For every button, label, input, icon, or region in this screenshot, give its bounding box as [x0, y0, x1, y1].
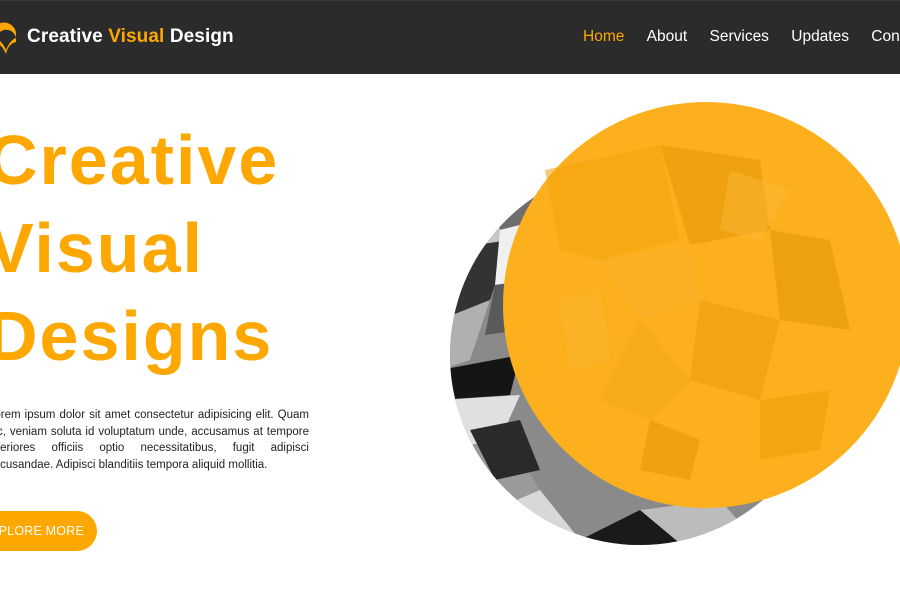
- yellow-overlay-circle: [503, 102, 900, 508]
- hero-artwork: [450, 102, 900, 545]
